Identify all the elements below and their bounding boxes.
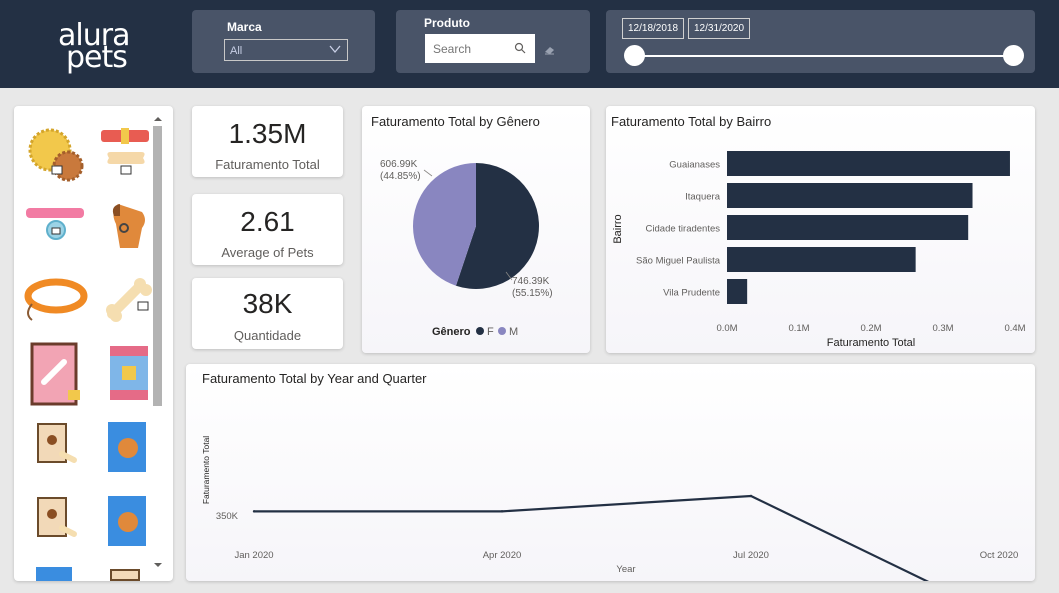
image-panel-scrollbar[interactable] bbox=[152, 116, 162, 576]
bar-4 bbox=[727, 279, 748, 304]
partial-beige-image bbox=[110, 569, 140, 581]
pie-legend-marker-M bbox=[498, 327, 506, 335]
bar-category-label: Itaquera bbox=[685, 192, 721, 203]
end-date-box[interactable]: 12/31/2020 bbox=[688, 18, 751, 39]
pie-data-label-pct: (44.85%) bbox=[380, 171, 421, 182]
search-icon[interactable] bbox=[514, 41, 526, 59]
bar-chart: Guaianases Itaquera Cidade tiradentes São M… bbox=[612, 151, 1026, 349]
bar-3 bbox=[727, 247, 916, 272]
bar-x-tick-label: 0.0M bbox=[716, 323, 737, 334]
pie-label-leader bbox=[423, 169, 433, 177]
kpi-label: Quantidade bbox=[233, 328, 302, 343]
pie-data-label-value: 606.99K bbox=[380, 159, 418, 170]
dog-food-bag-beige-image bbox=[37, 423, 77, 463]
partial-blue-image bbox=[36, 567, 72, 581]
bar-x-tick-label: 0.4M bbox=[1004, 323, 1025, 334]
pie-legend-title: Gênero bbox=[432, 326, 471, 338]
line-point bbox=[500, 510, 504, 513]
line-chart: 300K350KJan 2020Apr 2020Jul 2020Oct 2020… bbox=[201, 436, 1019, 581]
line-y-axis-title: Faturamento Total bbox=[201, 436, 211, 504]
bar-y-axis-title: Bairro bbox=[612, 214, 624, 243]
bar-category-label: Vila Prudente bbox=[663, 288, 720, 299]
dog-food-bag-blue-image bbox=[108, 422, 146, 472]
produto-title: Produto bbox=[424, 16, 470, 30]
line-point bbox=[749, 494, 753, 498]
line-x-axis-title: Year bbox=[616, 564, 635, 575]
kpi-card-quantidade: 38K Quantidade bbox=[192, 278, 343, 349]
dog-treat-bag-image bbox=[30, 342, 80, 406]
bar-category-label: Guaianases bbox=[669, 160, 720, 171]
date-range-slicer: 12/18/2018 12/31/2020 bbox=[606, 10, 1035, 73]
line-chart-card: Faturamento Total by Year and Quarter 30… bbox=[186, 364, 1035, 581]
spiky-ball-toys-image bbox=[28, 128, 84, 182]
product-image-panel bbox=[14, 106, 173, 581]
eraser-icon[interactable] bbox=[544, 42, 556, 60]
dog-food-bag-blue-image-2 bbox=[108, 496, 146, 546]
bar-x-tick-label: 0.3M bbox=[932, 323, 953, 334]
orange-collar-leash-image bbox=[24, 278, 88, 321]
pie-data-label-pct: (55.15%) bbox=[512, 288, 553, 299]
scroll-up-icon[interactable] bbox=[154, 116, 162, 122]
bar-1 bbox=[727, 183, 973, 208]
bar-x-tick-label: 0.2M bbox=[860, 323, 881, 334]
line-x-tick-label: Oct 2020 bbox=[980, 550, 1019, 561]
pie-chart-card: Faturamento Total by Gênero 746.39K (55.1… bbox=[362, 106, 590, 353]
pie-legend-label-M: M bbox=[509, 326, 518, 338]
marca-title: Marca bbox=[227, 20, 262, 34]
bar-x-axis-title: Faturamento Total bbox=[827, 337, 915, 349]
pie-data-label-value: 746.39K bbox=[512, 276, 550, 287]
pie-legend-label-F: F bbox=[487, 326, 494, 338]
dog-figure-image bbox=[112, 204, 145, 248]
produto-search-input[interactable] bbox=[425, 34, 511, 63]
marca-slicer: Marca All bbox=[192, 10, 375, 73]
pink-collar-pendant-image bbox=[26, 208, 84, 240]
marca-dropdown-value: All bbox=[230, 45, 243, 57]
produto-slicer: Produto bbox=[396, 10, 590, 73]
bar-category-label: São Miguel Paulista bbox=[636, 256, 721, 267]
kpi-label: Faturamento Total bbox=[215, 157, 320, 172]
pie-chart: 746.39K(55.15%) 606.99K(44.85%) Gênero F M bbox=[380, 159, 553, 338]
cat-food-can-image bbox=[110, 346, 148, 400]
bar-2 bbox=[727, 215, 969, 240]
collar-bone-tag-image bbox=[101, 128, 149, 175]
chevron-down-icon bbox=[328, 42, 342, 61]
scroll-thumb[interactable] bbox=[153, 126, 162, 406]
date-slider-start-handle[interactable] bbox=[624, 45, 645, 66]
kpi-card-faturamento: 1.35M Faturamento Total bbox=[192, 106, 343, 177]
kpi-label: Average of Pets bbox=[221, 245, 314, 260]
kpi-value: 38K bbox=[242, 288, 293, 319]
line-y-tick-label: 350K bbox=[216, 511, 239, 522]
line-x-tick-label: Apr 2020 bbox=[483, 550, 522, 561]
start-date-box[interactable]: 12/18/2018 bbox=[622, 18, 685, 39]
alura-pets-logo: alura pets bbox=[40, 14, 150, 82]
top-bar: alura pets Marca All Produto 12/18/2018 … bbox=[0, 0, 1059, 88]
line-x-tick-label: Jan 2020 bbox=[234, 550, 273, 561]
marca-dropdown[interactable]: All bbox=[224, 39, 348, 61]
pie-legend-marker-F bbox=[476, 327, 484, 335]
date-slider-track[interactable] bbox=[634, 55, 1014, 57]
logo-text-bottom: pets bbox=[66, 40, 128, 75]
line-point bbox=[252, 510, 256, 513]
bone-toy-image bbox=[106, 278, 152, 322]
line-x-tick-label: Jul 2020 bbox=[733, 550, 769, 561]
kpi-value: 1.35M bbox=[228, 118, 307, 149]
date-slider-end-handle[interactable] bbox=[1003, 45, 1024, 66]
kpi-value: 2.61 bbox=[240, 206, 295, 237]
produto-search-box[interactable] bbox=[425, 34, 535, 63]
kpi-card-average-pets: 2.61 Average of Pets bbox=[192, 194, 343, 265]
bar-category-label: Cidade tiradentes bbox=[646, 224, 721, 235]
bar-x-tick-label: 0.1M bbox=[788, 323, 809, 334]
dog-food-bag-beige-image-2 bbox=[37, 497, 77, 537]
scroll-down-icon[interactable] bbox=[154, 562, 162, 568]
bar-chart-card: Faturamento Total by Bairro Guaianases It… bbox=[606, 106, 1035, 353]
bar-0 bbox=[727, 151, 1010, 176]
